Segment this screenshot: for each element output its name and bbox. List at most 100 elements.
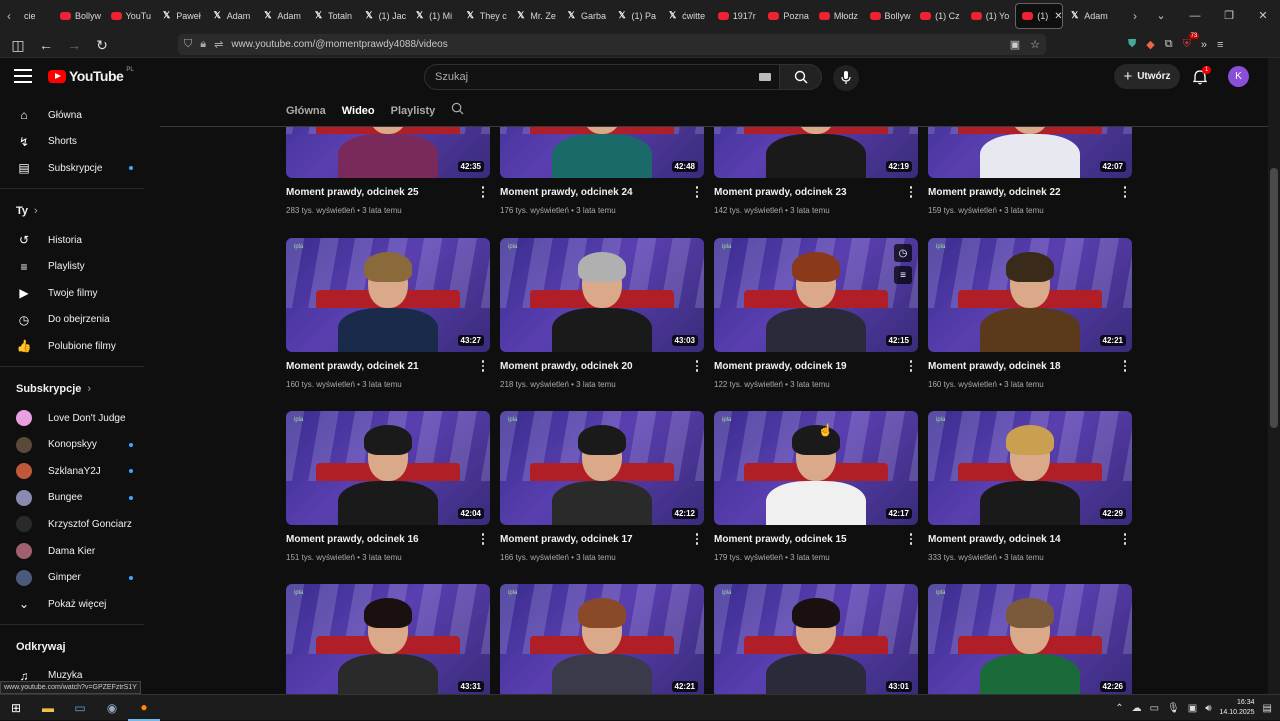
video-title[interactable]: Moment prawdy, odcinek 17 <box>500 534 704 545</box>
video-card[interactable]: ipla42:07 Moment prawdy, odcinek 22 159 ty… <box>928 127 1132 215</box>
sidebar-item-polubione-filmy[interactable]: 👍 Polubione filmy <box>0 333 156 360</box>
video-thumbnail[interactable]: ipla 42:21 <box>500 584 704 694</box>
more-options-icon[interactable] <box>478 532 488 546</box>
video-card[interactable]: ipla 43:01 <box>714 584 918 694</box>
tab-scroll-right-icon[interactable]: › <box>1126 0 1144 31</box>
tab-playlisty[interactable]: Playlisty <box>391 105 436 117</box>
monitor-app-icon[interactable]: ▭ <box>64 695 96 721</box>
voice-search-button[interactable] <box>833 65 859 91</box>
subscription-channel[interactable]: Gimper <box>0 564 156 591</box>
search-input[interactable]: Szukaj <box>424 64 780 90</box>
browser-tab[interactable]: (1) Yo <box>965 0 1016 31</box>
reload-icon[interactable]: ↻ <box>90 33 114 57</box>
shield-icon[interactable]: ⛉ <box>184 38 192 51</box>
browser-tab[interactable]: 𝕏 (1) Jac <box>358 0 409 31</box>
browser-tab[interactable]: 𝕏 Adam <box>1063 0 1114 31</box>
steam-icon[interactable]: ◉ <box>96 695 128 721</box>
back-icon[interactable]: ← <box>34 33 58 57</box>
more-options-icon[interactable] <box>692 185 702 199</box>
video-thumbnail[interactable]: ipla 43:01 <box>714 584 918 694</box>
video-title[interactable]: Moment prawdy, odcinek 22 <box>928 187 1132 198</box>
video-title[interactable]: Moment prawdy, odcinek 25 <box>286 187 490 198</box>
browser-tab[interactable]: 𝕏ćwitte <box>661 0 712 31</box>
video-thumbnail[interactable]: ipla 43:27 <box>286 238 490 352</box>
ublock-extension-icon[interactable]: ⛨ 73 <box>1183 33 1200 51</box>
video-thumbnail[interactable]: ipla42:35 <box>286 127 490 178</box>
hamburger-menu-icon[interactable] <box>14 69 32 83</box>
video-card[interactable]: ipla42:19 Moment prawdy, odcinek 23 142 ty… <box>714 127 918 215</box>
sidebar-item-subskrypcje[interactable]: ▤ Subskrypcje <box>0 155 156 182</box>
keyboard-icon[interactable] <box>759 73 771 81</box>
video-thumbnail[interactable]: ipla 42:29 <box>928 411 1132 525</box>
video-thumbnail[interactable]: ipla42:19 <box>714 127 918 178</box>
video-card[interactable]: ipla 42:21 <box>500 584 704 694</box>
subscription-channel[interactable]: Konopskyy <box>0 431 156 458</box>
video-card[interactable]: ipla 43:03 Moment prawdy, odcinek 20 218 ty… <box>500 238 704 389</box>
browser-tab[interactable]: Pozna <box>762 0 813 31</box>
subscription-channel[interactable]: Dama Kier <box>0 538 156 565</box>
browser-tab[interactable]: (1) Cz <box>914 0 965 31</box>
add-to-queue-icon[interactable]: ≡ <box>894 266 912 284</box>
video-thumbnail[interactable]: ipla 42:04 <box>286 411 490 525</box>
sidebar-item-do-obejrzenia[interactable]: ◷ Do obejrzenia <box>0 307 156 334</box>
video-thumbnail[interactable]: ipla 42:17 <box>714 411 918 525</box>
browser-tab[interactable]: 𝕏 Paweł <box>155 0 206 31</box>
lock-icon[interactable]: 🔒︎ <box>200 38 206 51</box>
video-card[interactable]: ipla 42:21 Moment prawdy, odcinek 18 160 ty… <box>928 238 1132 389</box>
tray-chevron-icon[interactable]: ⌃ <box>1115 703 1123 714</box>
video-thumbnail[interactable]: ipla 43:31 <box>286 584 490 694</box>
windows-start-icon[interactable]: ⊞ <box>0 695 32 721</box>
video-thumbnail[interactable]: ipla 42:21 <box>928 238 1132 352</box>
browser-tab[interactable]: 𝕏 They c <box>459 0 510 31</box>
video-title[interactable]: Moment prawdy, odcinek 15 <box>714 534 918 545</box>
video-title[interactable]: Moment prawdy, odcinek 14 <box>928 534 1132 545</box>
video-thumbnail[interactable]: ipla 42:12 <box>500 411 704 525</box>
video-title[interactable]: Moment prawdy, odcinek 23 <box>714 187 918 198</box>
browser-tab[interactable]: Bollyw <box>54 0 105 31</box>
video-card[interactable]: ipla 42:04 Moment prawdy, odcinek 16 151 ty… <box>286 411 490 562</box>
video-card[interactable]: ipla 42:26 <box>928 584 1132 694</box>
sidebar-item-playlisty[interactable]: ≡ Playlisty <box>0 253 156 280</box>
firefox-icon[interactable]: ● <box>128 695 160 721</box>
channel-search-icon[interactable] <box>451 102 464 120</box>
more-options-icon[interactable] <box>478 185 488 199</box>
browser-tab[interactable]: 𝕏 Adam <box>206 0 257 31</box>
browser-tab[interactable]: 𝕏 Adam <box>256 0 307 31</box>
more-options-icon[interactable] <box>692 359 702 373</box>
video-card[interactable]: ipla 42:29 Moment prawdy, odcinek 14 333 ty… <box>928 411 1132 562</box>
overflow-chevron-icon[interactable]: » <box>1201 39 1207 51</box>
browser-tab[interactable]: Młodz <box>813 0 864 31</box>
notifications-center-icon[interactable]: ▤ <box>1263 703 1272 714</box>
subscription-channel[interactable]: Bungee <box>0 485 156 512</box>
tab-wideo[interactable]: Wideo <box>342 105 375 117</box>
sidebar-you-header[interactable]: Ty › <box>0 195 156 227</box>
subscription-channel[interactable]: Krzysztof Gonciarz <box>0 511 156 538</box>
video-title[interactable]: Moment prawdy, odcinek 21 <box>286 361 490 372</box>
tab-g-wna[interactable]: Główna <box>286 105 326 117</box>
video-thumbnail[interactable]: ipla 43:03 <box>500 238 704 352</box>
app-menu-icon[interactable]: ≡ <box>1217 39 1223 51</box>
subscription-channel[interactable]: SzklanaY2J <box>0 458 156 485</box>
more-options-icon[interactable] <box>1120 532 1130 546</box>
browser-tab[interactable]: 𝕏 (1) Mi <box>408 0 459 31</box>
url-text[interactable]: www.youtube.com/@momentprawdy4088/videos <box>231 39 447 50</box>
video-thumbnail[interactable]: ipla 42:15 ◷ ≡ <box>714 238 918 352</box>
microphone-tray-icon[interactable]: 🎙︎ <box>1167 703 1180 714</box>
video-title[interactable]: Moment prawdy, odcinek 20 <box>500 361 704 372</box>
file-explorer-icon[interactable]: ▬ <box>32 695 64 721</box>
taskbar-clock[interactable]: 16:34 14.10.2025 <box>1220 698 1255 718</box>
volume-icon[interactable]: 🔊︎ <box>1205 703 1211 714</box>
url-bar[interactable]: ⛉ 🔒︎ ⇌ www.youtube.com/@momentprawdy4088… <box>178 34 1046 55</box>
tab-scroll-left-icon[interactable]: ‹ <box>0 0 18 31</box>
sidebar-toggle-icon[interactable]: ◫ <box>6 33 30 57</box>
search-button[interactable] <box>780 64 822 90</box>
video-card[interactable]: ipla 42:12 Moment prawdy, odcinek 17 166 ty… <box>500 411 704 562</box>
subscription-channel[interactable]: Love Don't Judge <box>0 405 156 432</box>
video-card[interactable]: ipla 42:15 ◷ ≡ Moment prawdy, odcinek 19 122 … <box>714 238 918 389</box>
video-title[interactable]: Moment prawdy, odcinek 19 <box>714 361 918 372</box>
sidebar-subscriptions-header[interactable]: Subskrypcje › <box>0 373 156 405</box>
watch-later-icon[interactable]: ◷ <box>894 244 912 262</box>
create-button[interactable]: + Utwórz <box>1114 64 1180 89</box>
sidebar-item-główna[interactable]: ⌂ Główna <box>0 102 156 129</box>
page-scrollbar[interactable] <box>1268 58 1280 694</box>
